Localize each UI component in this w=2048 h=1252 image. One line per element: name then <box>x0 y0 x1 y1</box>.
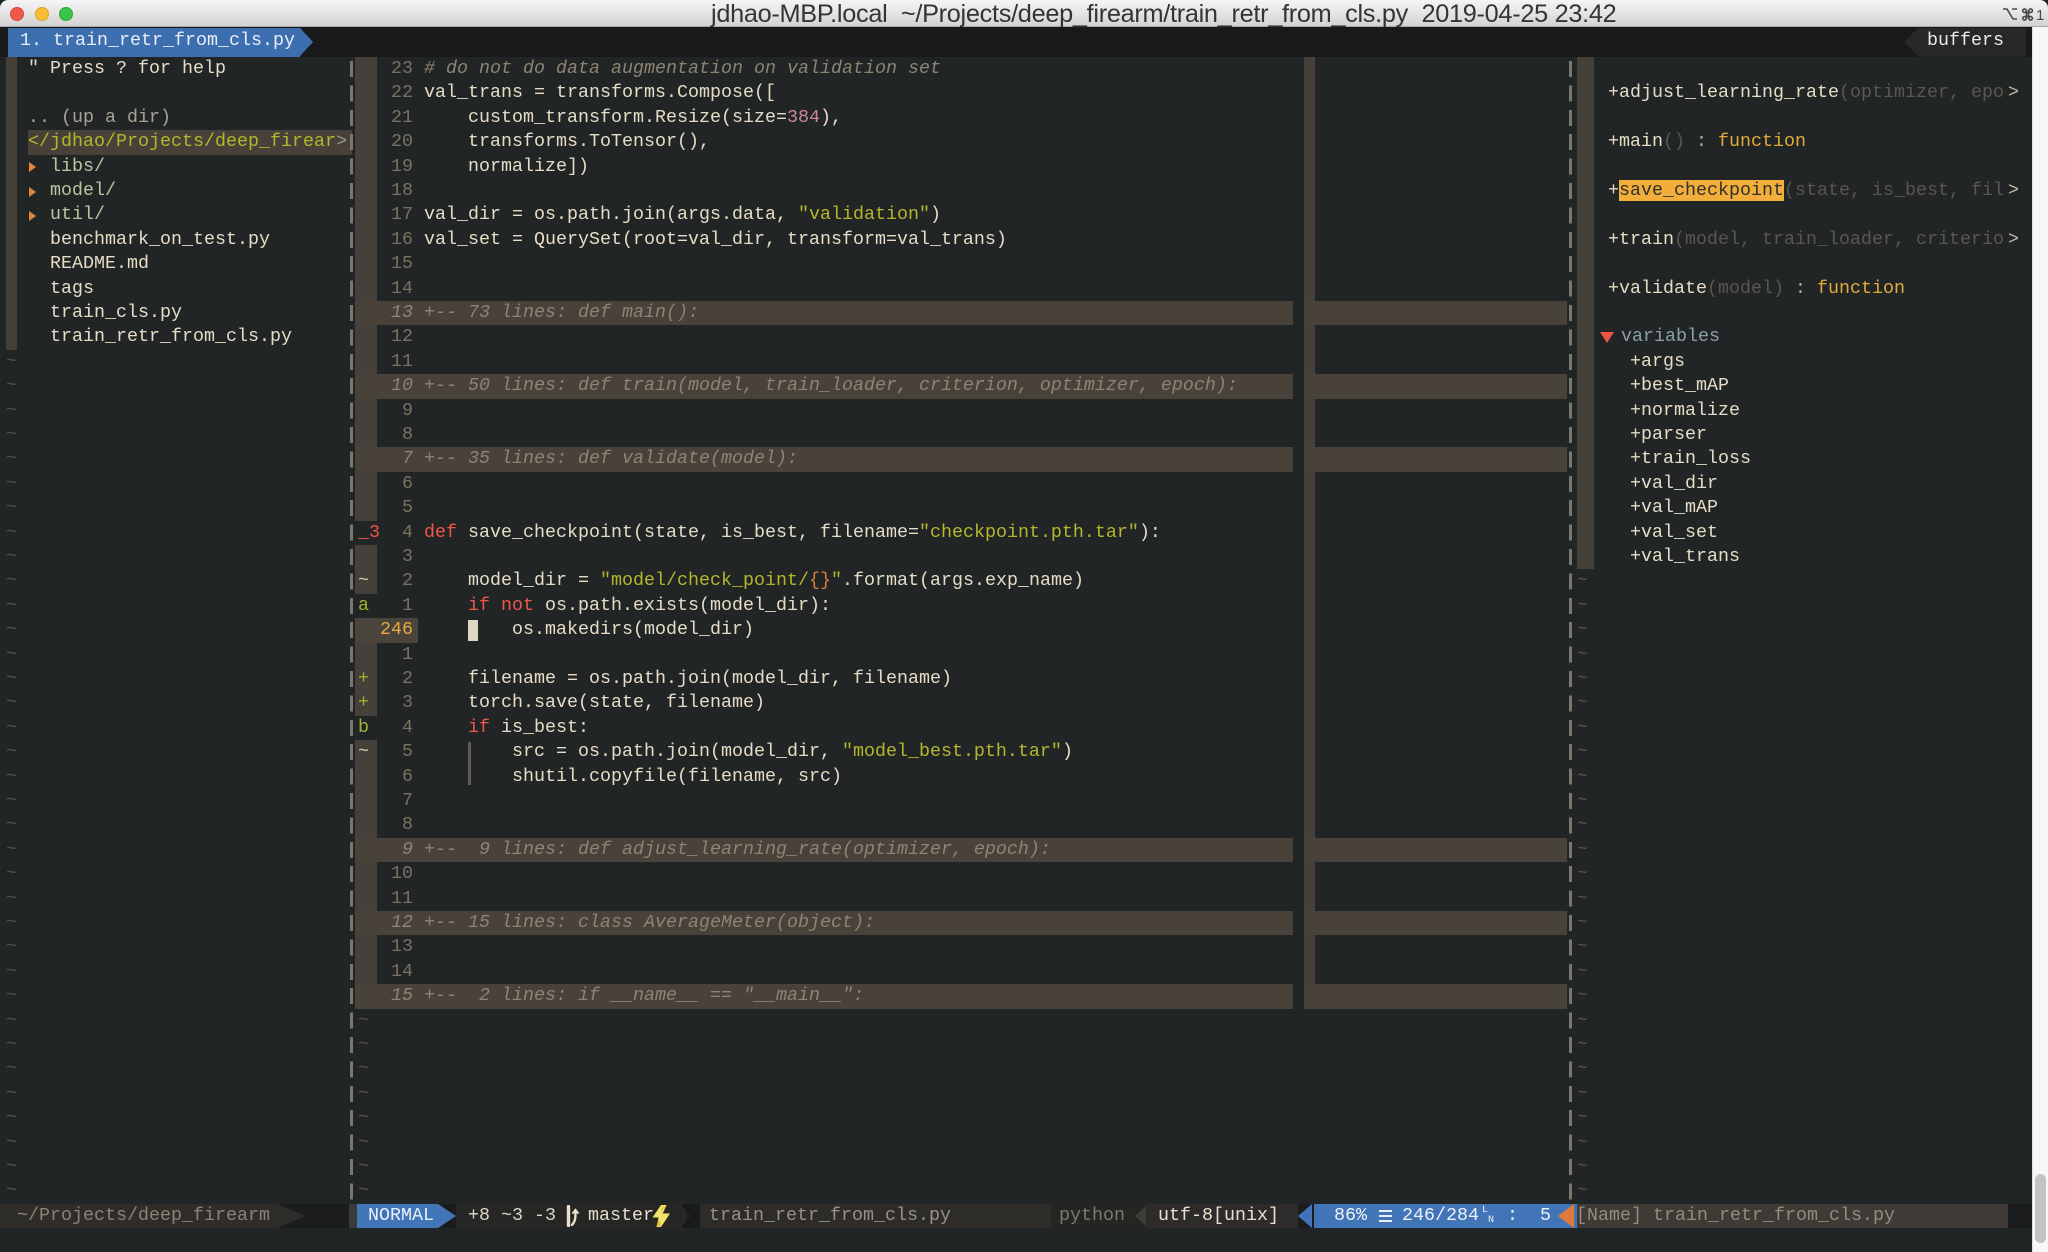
svg-text:1: 1 <box>2036 7 2044 23</box>
